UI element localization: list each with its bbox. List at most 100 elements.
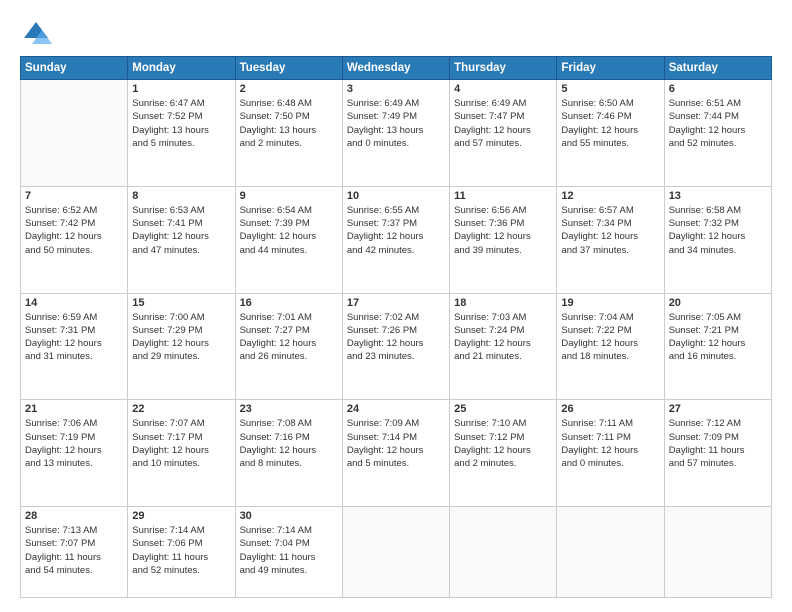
cell-line: Sunrise: 7:14 AM (240, 524, 338, 537)
day-number: 10 (347, 190, 445, 202)
cell-line: Sunset: 7:31 PM (25, 324, 123, 337)
cell-line: Sunrise: 7:05 AM (669, 311, 767, 324)
cell-line: Sunrise: 6:56 AM (454, 204, 552, 217)
cell-line: Daylight: 12 hours (240, 337, 338, 350)
calendar-cell: 19Sunrise: 7:04 AMSunset: 7:22 PMDayligh… (557, 293, 664, 400)
cell-line: Daylight: 12 hours (347, 230, 445, 243)
calendar-cell (664, 507, 771, 598)
calendar-cell (21, 80, 128, 187)
day-number: 15 (132, 297, 230, 309)
cell-line: Sunset: 7:41 PM (132, 217, 230, 230)
calendar-cell: 21Sunrise: 7:06 AMSunset: 7:19 PMDayligh… (21, 400, 128, 507)
calendar-cell: 25Sunrise: 7:10 AMSunset: 7:12 PMDayligh… (450, 400, 557, 507)
day-number: 23 (240, 403, 338, 415)
page: SundayMondayTuesdayWednesdayThursdayFrid… (0, 0, 792, 612)
cell-line: Sunset: 7:52 PM (132, 110, 230, 123)
cell-line: Daylight: 13 hours (347, 124, 445, 137)
day-number: 28 (25, 510, 123, 522)
day-number: 30 (240, 510, 338, 522)
cell-line: Sunset: 7:06 PM (132, 537, 230, 550)
cell-line: Sunrise: 7:12 AM (669, 417, 767, 430)
cell-line: Sunrise: 7:11 AM (561, 417, 659, 430)
cell-line: Sunset: 7:29 PM (132, 324, 230, 337)
cell-line: Sunset: 7:27 PM (240, 324, 338, 337)
cell-line: and 13 minutes. (25, 457, 123, 470)
cell-line: Sunset: 7:21 PM (669, 324, 767, 337)
cell-line: and 47 minutes. (132, 244, 230, 257)
cell-line: Sunset: 7:19 PM (25, 431, 123, 444)
cell-line: Sunrise: 6:53 AM (132, 204, 230, 217)
cell-line: Sunset: 7:46 PM (561, 110, 659, 123)
calendar-cell: 5Sunrise: 6:50 AMSunset: 7:46 PMDaylight… (557, 80, 664, 187)
day-number: 24 (347, 403, 445, 415)
cell-line: Sunrise: 6:54 AM (240, 204, 338, 217)
calendar-cell: 17Sunrise: 7:02 AMSunset: 7:26 PMDayligh… (342, 293, 449, 400)
cell-line: Daylight: 11 hours (132, 551, 230, 564)
cell-line: Daylight: 12 hours (561, 337, 659, 350)
cell-line: Daylight: 12 hours (132, 444, 230, 457)
cell-line: and 26 minutes. (240, 350, 338, 363)
cell-line: and 55 minutes. (561, 137, 659, 150)
calendar-day-header: Wednesday (342, 57, 449, 80)
calendar-cell: 30 Sunrise: 7:14 AMSunset: 7:04 PMDayligh… (235, 507, 342, 598)
cell-line: Sunrise: 7:01 AM (240, 311, 338, 324)
cell-line: and 31 minutes. (25, 350, 123, 363)
cell-line: Daylight: 11 hours (25, 551, 123, 564)
cell-line: Sunset: 7:32 PM (669, 217, 767, 230)
cell-line: Sunrise: 7:13 AM (25, 524, 123, 537)
calendar-cell (450, 507, 557, 598)
cell-line: Sunset: 7:24 PM (454, 324, 552, 337)
calendar-cell: 22Sunrise: 7:07 AMSunset: 7:17 PMDayligh… (128, 400, 235, 507)
cell-line: Sunset: 7:37 PM (347, 217, 445, 230)
cell-line: Sunset: 7:14 PM (347, 431, 445, 444)
cell-line: Sunset: 7:09 PM (669, 431, 767, 444)
cell-line: and 44 minutes. (240, 244, 338, 257)
cell-line: and 21 minutes. (454, 350, 552, 363)
cell-line: Sunrise: 6:49 AM (347, 97, 445, 110)
calendar-cell: 8Sunrise: 6:53 AMSunset: 7:41 PMDaylight… (128, 186, 235, 293)
cell-line: and 0 minutes. (561, 457, 659, 470)
logo (20, 18, 56, 50)
cell-line: Daylight: 12 hours (347, 444, 445, 457)
cell-line: and 39 minutes. (454, 244, 552, 257)
day-number: 6 (669, 83, 767, 95)
cell-line: Sunrise: 6:57 AM (561, 204, 659, 217)
cell-line: Sunset: 7:50 PM (240, 110, 338, 123)
calendar-day-header: Friday (557, 57, 664, 80)
calendar-cell: 14Sunrise: 6:59 AMSunset: 7:31 PMDayligh… (21, 293, 128, 400)
cell-line: Daylight: 12 hours (454, 337, 552, 350)
calendar-day-header: Monday (128, 57, 235, 80)
calendar-table: SundayMondayTuesdayWednesdayThursdayFrid… (20, 56, 772, 598)
cell-line: Sunset: 7:39 PM (240, 217, 338, 230)
cell-line: Daylight: 12 hours (669, 230, 767, 243)
day-number: 29 (132, 510, 230, 522)
cell-line: and 29 minutes. (132, 350, 230, 363)
day-number: 14 (25, 297, 123, 309)
cell-line: and 54 minutes. (25, 564, 123, 577)
cell-line: Sunrise: 6:55 AM (347, 204, 445, 217)
cell-line: Daylight: 12 hours (454, 124, 552, 137)
cell-line: and 8 minutes. (240, 457, 338, 470)
calendar-cell: 3Sunrise: 6:49 AMSunset: 7:49 PMDaylight… (342, 80, 449, 187)
cell-line: Daylight: 12 hours (454, 230, 552, 243)
cell-line: Daylight: 11 hours (240, 551, 338, 564)
cell-line: and 42 minutes. (347, 244, 445, 257)
calendar-cell: 18Sunrise: 7:03 AMSunset: 7:24 PMDayligh… (450, 293, 557, 400)
cell-line: and 57 minutes. (669, 457, 767, 470)
calendar-cell: 27Sunrise: 7:12 AMSunset: 7:09 PMDayligh… (664, 400, 771, 507)
cell-line: Sunrise: 6:48 AM (240, 97, 338, 110)
header (20, 18, 772, 50)
calendar-week-row: 14Sunrise: 6:59 AMSunset: 7:31 PMDayligh… (21, 293, 772, 400)
cell-line: Sunset: 7:04 PM (240, 537, 338, 550)
cell-line: Daylight: 12 hours (25, 444, 123, 457)
calendar-cell: 9Sunrise: 6:54 AMSunset: 7:39 PMDaylight… (235, 186, 342, 293)
cell-line: Daylight: 12 hours (669, 337, 767, 350)
cell-line: Sunrise: 7:03 AM (454, 311, 552, 324)
day-number: 21 (25, 403, 123, 415)
cell-line: Sunrise: 7:04 AM (561, 311, 659, 324)
calendar-cell: 15Sunrise: 7:00 AMSunset: 7:29 PMDayligh… (128, 293, 235, 400)
day-number: 26 (561, 403, 659, 415)
cell-line: Daylight: 12 hours (561, 230, 659, 243)
cell-line: Sunset: 7:44 PM (669, 110, 767, 123)
cell-line: Sunrise: 7:00 AM (132, 311, 230, 324)
